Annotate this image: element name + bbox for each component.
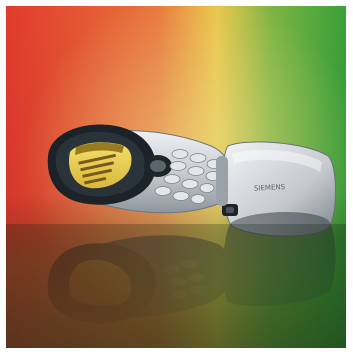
image-frame: SIEMENS [0,0,353,354]
brand-text: SIEMENS [254,183,286,193]
phone-photo-svg: SIEMENS [6,6,346,348]
product-photo: SIEMENS [6,6,346,348]
